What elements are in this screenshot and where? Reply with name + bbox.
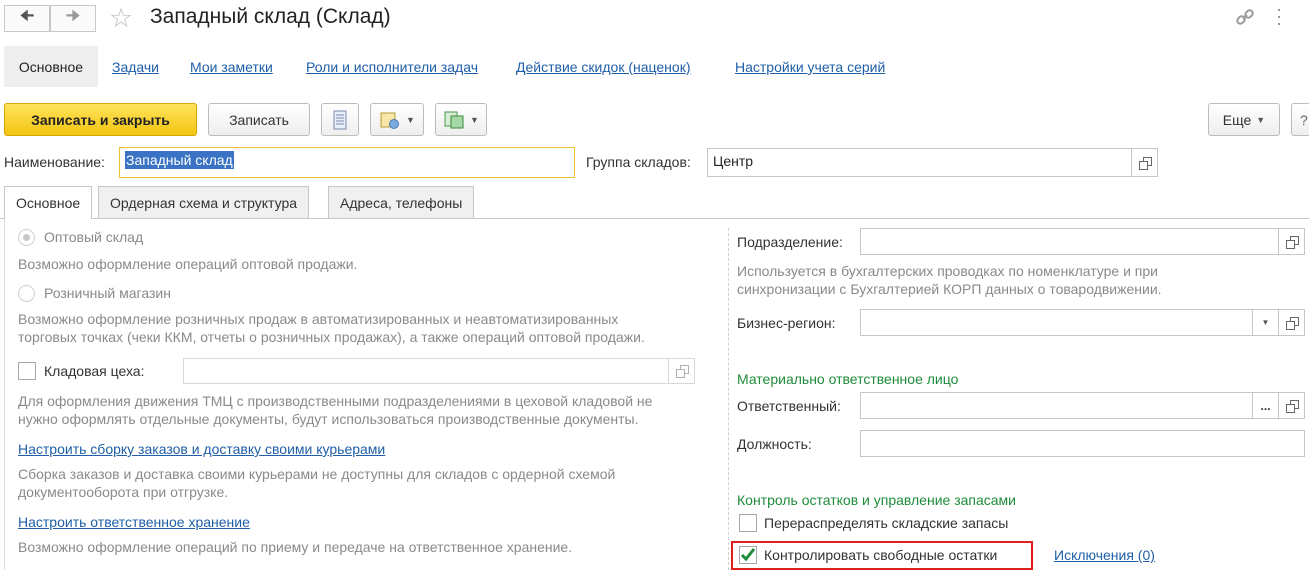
- create-document-icon: [380, 112, 400, 129]
- open-button[interactable]: [1278, 393, 1304, 418]
- retail-desc-line2: торговых точках (чеки ККМ, отчеты о розн…: [18, 329, 645, 345]
- tab-discounts[interactable]: Действие скидок (наценок): [516, 59, 690, 75]
- shop-store-desc-line2: нужно оформлять отдельные документы, буд…: [18, 411, 639, 427]
- department-field[interactable]: [860, 228, 1305, 255]
- help-button[interactable]: ?: [1291, 103, 1309, 136]
- responsible-label: Ответственный:: [737, 398, 841, 414]
- tab-roles[interactable]: Роли и исполнители задач: [306, 59, 478, 75]
- page-title: Западный склад (Склад): [150, 5, 391, 28]
- wholesale-desc: Возможно оформление операций оптовой про…: [18, 256, 358, 272]
- forward-button[interactable]: 🠊: [50, 5, 96, 32]
- more-vertical-icon[interactable]: · · ·: [1276, 0, 1282, 32]
- stock-section-title: Контроль остатков и управление запасами: [737, 492, 1016, 508]
- create-based-on-button[interactable]: ▼: [370, 103, 424, 136]
- arrow-right-icon: 🠊: [65, 8, 81, 25]
- help-icon: ?: [1300, 111, 1308, 128]
- position-field[interactable]: [860, 430, 1305, 457]
- setup-delivery-desc-line2: документооборота при отгрузке.: [18, 484, 229, 500]
- shop-store-label: Кладовая цеха:: [44, 363, 145, 379]
- open-button[interactable]: [1131, 149, 1157, 176]
- redistribute-label: Перераспределять складские запасы: [764, 515, 1009, 531]
- chevron-down-icon: ▼: [1256, 114, 1266, 125]
- select-button[interactable]: ...: [1252, 393, 1278, 418]
- setup-storage-link[interactable]: Настроить ответственное хранение: [18, 514, 250, 530]
- more-label: Еще: [1222, 111, 1252, 128]
- form-tab-main[interactable]: Основное: [4, 186, 93, 219]
- redistribute-checkbox[interactable]: [739, 514, 757, 532]
- tab-main[interactable]: Основное: [4, 46, 98, 87]
- name-field[interactable]: Западный склад: [119, 147, 575, 178]
- open-icon: [1285, 235, 1299, 249]
- chevron-down-icon: ▼: [470, 114, 479, 125]
- tab-series-settings[interactable]: Настройки учета серий: [735, 59, 885, 75]
- chevron-down-icon: ▼: [1261, 318, 1270, 327]
- region-label: Бизнес-регион:: [737, 315, 836, 331]
- name-label: Наименование:: [4, 154, 105, 170]
- name-field-value: Западный склад: [125, 151, 234, 169]
- star-icon[interactable]: ☆: [109, 3, 133, 34]
- dropdown-button[interactable]: ▼: [1252, 310, 1278, 335]
- more-button[interactable]: Еще ▼: [1208, 103, 1280, 136]
- open-button[interactable]: [668, 359, 694, 383]
- mol-section-title: Материально ответственное лицо: [737, 371, 959, 387]
- department-desc-line2: синхронизации с Бухгалтерией КОРП данных…: [737, 281, 1162, 297]
- back-button[interactable]: 🠈: [4, 5, 50, 32]
- open-button[interactable]: [1278, 310, 1304, 335]
- shop-store-desc-line1: Для оформления движения ТМЦ с производст…: [18, 393, 653, 409]
- group-field[interactable]: Центр: [707, 148, 1158, 177]
- retail-desc-line1: Возможно оформление розничных продаж в а…: [18, 311, 619, 327]
- retail-label: Розничный магазин: [44, 285, 171, 301]
- list-button[interactable]: [321, 103, 359, 136]
- open-icon: [1285, 316, 1299, 330]
- form-tab-addresses[interactable]: Адреса, телефоны: [328, 186, 475, 218]
- setup-delivery-link[interactable]: Настроить сборку заказов и доставку свои…: [18, 441, 385, 457]
- wholesale-radio[interactable]: [18, 229, 35, 246]
- open-icon: [675, 365, 689, 378]
- save-and-close-button[interactable]: Записать и закрыть: [4, 103, 197, 136]
- open-icon: [1138, 156, 1152, 170]
- document-list-icon: [333, 110, 347, 129]
- form-tab-order-scheme[interactable]: Ордерная схема и структура: [98, 186, 310, 218]
- tab-tasks[interactable]: Задачи: [112, 59, 159, 75]
- department-label: Подразделение:: [737, 234, 843, 250]
- link-icon[interactable]: [1234, 6, 1256, 31]
- chevron-down-icon: ▼: [406, 114, 415, 125]
- tab-my-notes[interactable]: Мои заметки: [190, 59, 273, 75]
- setup-storage-desc: Возможно оформление операций по приему и…: [18, 539, 573, 555]
- retail-radio[interactable]: [18, 285, 35, 302]
- control-checkbox[interactable]: [739, 546, 757, 564]
- save-button[interactable]: Записать: [208, 103, 310, 136]
- control-label: Контролировать свободные остатки: [764, 547, 998, 563]
- region-field[interactable]: ▼: [860, 309, 1305, 336]
- ellipsis-icon: ...: [1260, 398, 1271, 413]
- panel-left-border: [4, 218, 5, 570]
- print-document-icon: [444, 111, 464, 128]
- responsible-field[interactable]: ...: [860, 392, 1305, 419]
- department-desc-line1: Используется в бухгалтерских проводках п…: [737, 263, 1158, 279]
- tabs-divider: [0, 218, 1309, 219]
- position-label: Должность:: [737, 436, 812, 452]
- shop-store-checkbox[interactable]: [18, 362, 36, 380]
- group-label: Группа складов:: [586, 154, 691, 170]
- setup-delivery-desc-line1: Сборка заказов и доставка своими курьера…: [18, 466, 616, 482]
- arrow-left-icon: 🠈: [19, 8, 35, 25]
- open-button[interactable]: [1278, 229, 1304, 254]
- open-icon: [1285, 399, 1299, 413]
- column-separator: [728, 228, 729, 570]
- exceptions-link[interactable]: Исключения (0): [1054, 547, 1155, 563]
- checkmark-icon: [740, 548, 756, 562]
- shop-store-field[interactable]: [183, 358, 695, 384]
- wholesale-label: Оптовый склад: [44, 229, 144, 245]
- group-field-value: Центр: [713, 153, 754, 169]
- print-button[interactable]: ▼: [435, 103, 487, 136]
